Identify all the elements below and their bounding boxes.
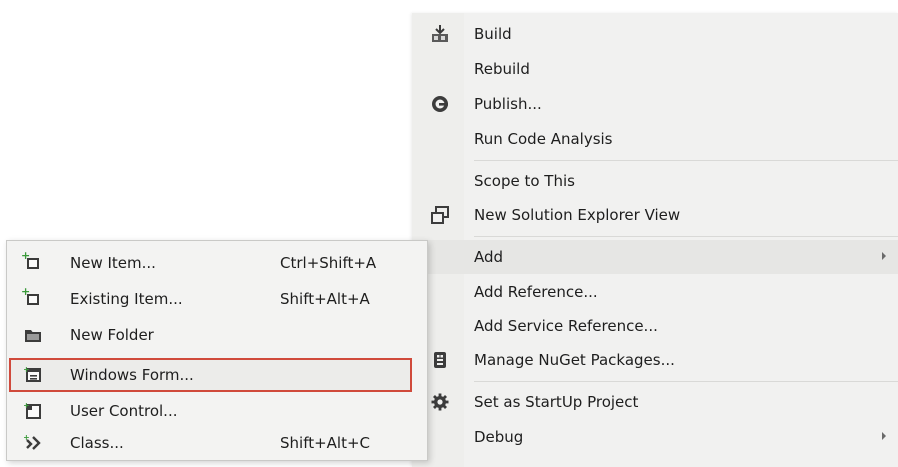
menu-item-label: Manage NuGet Packages... xyxy=(474,351,675,369)
menu-item-label: Rebuild xyxy=(474,60,530,78)
publish-icon xyxy=(430,94,450,114)
folder-icon xyxy=(24,326,42,344)
existing-item-icon: + xyxy=(21,286,42,308)
menu-separator xyxy=(474,381,898,382)
new-item-icon: + xyxy=(21,250,42,272)
submenu-item-new-folder[interactable]: New Folder xyxy=(6,317,428,353)
menu-item-set-as-startup-project[interactable]: Set as StartUp Project xyxy=(412,385,898,419)
menu-item-label: Set as StartUp Project xyxy=(474,393,639,411)
menu-item-label: Run Code Analysis xyxy=(474,130,613,148)
nuget-icon xyxy=(430,350,450,370)
submenu-arrow-icon xyxy=(882,432,886,440)
menu-item-new-solution-explorer-view[interactable]: New Solution Explorer View xyxy=(412,198,898,232)
submenu-item-label: New Item... xyxy=(70,254,156,272)
svg-text:+: + xyxy=(24,402,30,410)
menu-item-label: Scope to This xyxy=(474,172,575,190)
solution-explorer-icon xyxy=(430,205,450,225)
menu-item-manage-nuget-packages[interactable]: Manage NuGet Packages... xyxy=(412,343,898,377)
menu-separator xyxy=(474,236,898,237)
menu-item-label: Add Service Reference... xyxy=(474,317,658,335)
gear-icon xyxy=(430,392,450,412)
submenu-item-new-item[interactable]: + New Item... Ctrl+Shift+A xyxy=(6,245,428,281)
menu-item-label: New Solution Explorer View xyxy=(474,206,681,224)
svg-text:+: + xyxy=(24,366,30,374)
menu-item-build[interactable]: Build xyxy=(412,17,898,51)
menu-item-label: Add Reference... xyxy=(474,283,598,301)
menu-item-debug[interactable]: Debug xyxy=(412,420,898,454)
submenu-item-shortcut: Shift+Alt+C xyxy=(280,434,371,452)
menu-item-rebuild[interactable]: Rebuild xyxy=(412,52,898,86)
menu-item-label: Debug xyxy=(474,428,524,446)
submenu-item-label: Class... xyxy=(70,434,124,452)
menu-item-add-service-reference[interactable]: Add Service Reference... xyxy=(412,309,898,343)
menu-item-label: Publish... xyxy=(474,95,542,113)
submenu-item-class[interactable]: + Class... Shift+Alt+C xyxy=(6,425,428,461)
user-control-icon: + xyxy=(23,401,42,420)
menu-item-add[interactable]: Add xyxy=(412,240,898,274)
submenu-item-windows-form[interactable]: + Windows Form... xyxy=(6,357,428,393)
svg-text:+: + xyxy=(24,434,30,442)
submenu-item-label: Existing Item... xyxy=(70,290,183,308)
menu-item-label: Add xyxy=(474,248,504,266)
windows-form-icon: + xyxy=(23,365,42,384)
submenu-item-label: Windows Form... xyxy=(70,366,194,384)
build-icon xyxy=(430,24,450,44)
submenu-item-label: User Control... xyxy=(70,402,178,420)
menu-item-run-code-analysis[interactable]: Run Code Analysis xyxy=(412,122,898,156)
submenu-item-shortcut: Ctrl+Shift+A xyxy=(280,254,377,272)
submenu-item-shortcut: Shift+Alt+A xyxy=(280,290,370,308)
menu-item-add-reference[interactable]: Add Reference... xyxy=(412,275,898,309)
menu-separator xyxy=(474,160,898,161)
submenu-item-user-control[interactable]: + User Control... xyxy=(6,393,428,429)
submenu-item-existing-item[interactable]: + Existing Item... Shift+Alt+A xyxy=(6,281,428,317)
menu-item-label: Build xyxy=(474,25,512,43)
submenu-item-label: New Folder xyxy=(70,326,154,344)
class-icon: + xyxy=(23,433,42,452)
submenu-arrow-icon xyxy=(882,252,886,260)
menu-item-scope-to-this[interactable]: Scope to This xyxy=(412,164,898,198)
menu-item-publish[interactable]: Publish... xyxy=(412,87,898,121)
